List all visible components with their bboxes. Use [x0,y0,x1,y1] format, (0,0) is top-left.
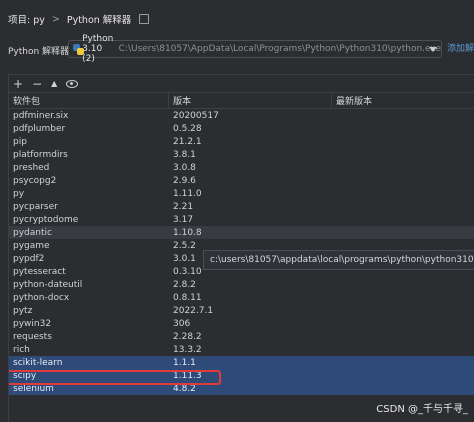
table-row[interactable]: preshed 3.0.8 [9,161,474,174]
header-package[interactable]: 软件包 [9,93,169,108]
package-name-cell: preshed [13,162,50,173]
header-version[interactable]: 版本 [169,93,332,108]
package-name-cell: requests [13,331,52,342]
table-row[interactable]: py 1.11.0 [9,187,474,200]
package-version-cell: 4.8.2 [173,383,196,394]
table-row[interactable]: rich 13.3.2 [9,343,474,356]
package-name-cell: platformdirs [13,149,68,160]
python-icon [73,43,84,55]
package-name-cell: pywin32 [13,318,52,329]
table-row[interactable]: python-docx 0.8.11 [9,291,474,304]
table-row[interactable]: pywin32 306 [9,317,474,330]
interpreter-select[interactable]: Python 3.10 (2) C:\Users\81057\AppData\L… [68,34,442,64]
package-name-cell: python-docx [13,292,70,303]
packages-toolbar: + − ▲ [9,75,474,92]
package-name-cell: pycparser [13,201,58,212]
package-name-cell: py [13,188,25,199]
package-version-cell: 2.28.2 [173,331,202,342]
add-interpreter-link[interactable]: 添加解释器 [447,40,474,58]
table-row[interactable]: requests 2.28.2 [9,330,474,343]
table-row[interactable]: platformdirs 3.8.1 [9,148,474,161]
package-version-cell: 3.17 [173,214,194,225]
table-row[interactable]: pdfminer.six 20200517 [9,109,474,122]
header-latest[interactable]: 最新版本 [332,93,474,108]
package-version-cell: 2.8.2 [173,279,196,290]
package-version-cell: 0.5.28 [173,123,202,134]
interpreter-name: Python 3.10 (2) [82,34,114,64]
upgrade-package-button[interactable]: ▲ [51,79,57,88]
pin-tab-icon[interactable] [139,14,150,24]
package-version-cell: 0.8.11 [173,292,202,303]
package-name-cell: pip [13,136,27,147]
table-row[interactable]: scikit-learn 1.1.1 [9,356,474,369]
table-row[interactable]: pycparser 2.21 [9,200,474,213]
package-name-cell: pycryptodome [13,214,79,225]
table-row[interactable]: pdfplumber 0.5.28 [9,122,474,135]
table-row[interactable]: python-dateutil 2.8.2 [9,278,474,291]
table-row[interactable]: pycryptodome 3.17 [9,213,474,226]
table-row[interactable]: psycopg2 2.9.6 [9,174,474,187]
path-tooltip: c:\users\81057\appdata\local\programs\py… [203,250,474,270]
package-version-cell: 13.3.2 [173,344,202,355]
package-version-cell: 2022.7.1 [173,305,214,316]
table-row[interactable]: pip 21.2.1 [9,135,474,148]
highlight-box [9,370,221,385]
package-version-cell: 2.5.2 [173,240,196,251]
breadcrumb: 项目: py > Python 解释器 [0,0,474,38]
package-name-cell: psycopg2 [13,175,57,186]
package-version-cell: 3.8.1 [173,149,196,160]
package-name-cell: pytz [13,305,33,316]
package-name-cell: scikit-learn [13,357,63,368]
package-name-cell: selenium [13,383,54,394]
watermark: CSDN @_千与千寻_ [376,404,468,415]
package-name-cell: pdfminer.six [13,110,69,121]
package-version-cell: 2.21 [173,201,194,212]
add-package-button[interactable]: + [13,77,23,91]
package-name-cell: pypdf2 [13,253,45,264]
package-name-cell: pdfplumber [13,123,66,134]
package-version-cell: 1.11.0 [173,188,202,199]
eye-icon[interactable] [66,79,79,88]
package-version-cell: 306 [173,318,191,329]
remove-package-button[interactable]: − [32,77,42,91]
chevron-right-icon: > [51,13,60,25]
package-name-cell: pydantic [13,227,52,238]
package-version-cell: 21.2.1 [173,136,202,147]
table-row[interactable]: pytz 2022.7.1 [9,304,474,317]
package-version-cell: 1.10.8 [173,227,202,238]
table-header: 软件包 版本 最新版本 [9,92,474,109]
table-row[interactable]: pydantic 1.10.8 [9,226,474,239]
chevron-down-icon[interactable] [429,47,437,52]
interpreter-label: Python 解释器: [8,46,73,57]
package-version-cell: 3.0.8 [173,162,196,173]
packages-panel: + − ▲ 软件包 版本 最新版本 pdfminer.six 20200517 pd… [8,74,474,422]
breadcrumb-project[interactable]: 项目: py [8,12,45,26]
package-name-cell: pygame [13,240,50,251]
package-name-cell: pytesseract [13,266,66,277]
interpreter-path: C:\Users\81057\AppData\Local\Programs\Py… [118,44,441,54]
interpreter-row: Python 解释器: Python 3.10 (2) C:\Users\810… [0,34,474,64]
package-name-cell: python-dateutil [13,279,83,290]
breadcrumb-page: Python 解释器 [66,15,132,26]
package-version-cell: 1.1.1 [173,357,196,368]
package-version-cell: 2.9.6 [173,175,196,186]
package-version-cell: 20200517 [173,110,219,121]
package-name-cell: rich [13,344,30,355]
